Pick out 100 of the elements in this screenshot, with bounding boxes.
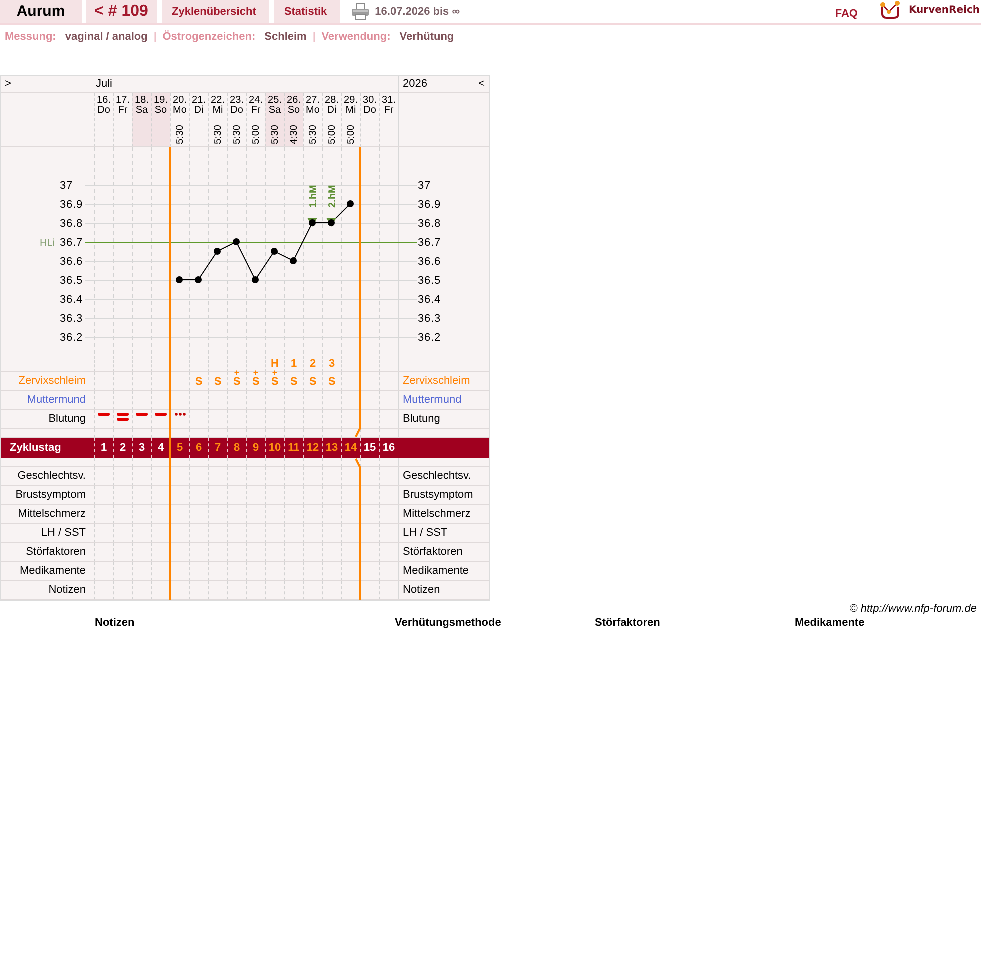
y-tick-label: 36.3	[60, 313, 84, 325]
plus-mark: +	[272, 370, 278, 377]
table-cell	[284, 410, 303, 429]
time-label: 5:00	[346, 124, 356, 144]
row-label: Medikamente	[398, 562, 489, 581]
table-cell	[227, 543, 246, 562]
y-tick-label: 36.6	[60, 256, 84, 268]
table-cell	[341, 524, 360, 543]
date-label: 27.	[306, 96, 320, 106]
table-cell	[322, 562, 341, 581]
table-cell	[265, 467, 284, 486]
table-cell	[284, 524, 303, 543]
table-cell	[341, 543, 360, 562]
temperature-point	[233, 238, 240, 246]
cycle-day-number: 6	[189, 438, 208, 458]
weekday-label: Mi	[212, 106, 224, 116]
row-label: Zervixschleim	[398, 372, 489, 391]
table-cell	[303, 505, 322, 524]
plus-mark: +	[234, 370, 240, 377]
table-cell	[379, 524, 398, 543]
table-cell	[113, 486, 132, 505]
row-label: Blutung	[1, 410, 94, 429]
table-cell	[94, 524, 113, 543]
column-heading: Verhütungsmethode	[395, 616, 502, 630]
cycle-day-number: 5	[170, 438, 189, 458]
separator: |	[154, 30, 157, 44]
y-tick-label: 36.9	[60, 199, 84, 211]
cycle-day-number: 9	[246, 438, 265, 458]
mucus-symbol: S	[252, 377, 260, 388]
printer-icon[interactable]	[352, 3, 370, 20]
y-tick-label: 36.2	[418, 332, 442, 344]
arrow-link[interactable]: >	[5, 78, 12, 90]
cycle-day-number: 13	[322, 438, 341, 458]
date-label: 26.	[287, 96, 301, 106]
table-cell	[379, 486, 398, 505]
table-cell	[227, 524, 246, 543]
temperature-point	[214, 248, 221, 255]
row-label: Muttermund	[398, 391, 489, 410]
nav-tab[interactable]: Zyklenübersicht	[162, 0, 270, 23]
y-tick-label: 36.9	[418, 199, 442, 211]
date-range: 16.07.2026 bis ∞	[375, 6, 460, 18]
faq-link[interactable]: FAQ	[835, 8, 858, 20]
time-label: 5:30	[308, 124, 318, 144]
date-label: 20.	[173, 96, 187, 106]
profile-tab[interactable]: Aurum	[0, 0, 82, 23]
table-cell	[189, 524, 208, 543]
table-cell	[265, 524, 284, 543]
table-cell	[341, 458, 360, 467]
cycle-day-number: 8	[227, 438, 246, 458]
setting-value: Verhütung	[400, 30, 454, 44]
table-cell	[132, 524, 151, 543]
y-tick-label: 36.8	[418, 218, 442, 230]
date-label: 19.	[154, 96, 168, 106]
table-cell	[132, 356, 151, 372]
weekday-label: Sa	[136, 106, 148, 116]
row-label: Störfaktoren	[398, 543, 489, 562]
nav-tab[interactable]: Statistik	[274, 0, 340, 23]
row-label: LH / SST	[1, 524, 94, 543]
weekday-label: Di	[194, 106, 204, 116]
table-cell	[151, 486, 170, 505]
temperature-point	[252, 276, 259, 284]
row-label: Blutung	[398, 410, 489, 429]
cycle-day-number: 15	[360, 438, 379, 458]
column-heading: Medikamente	[795, 616, 865, 630]
table-cell	[189, 458, 208, 467]
table-cell	[246, 410, 265, 429]
month-label: Juli	[96, 78, 113, 90]
table-cell	[189, 486, 208, 505]
table-cell	[227, 410, 246, 429]
table-cell	[132, 486, 151, 505]
logo-icon[interactable]	[880, 1, 901, 19]
table-cell	[284, 543, 303, 562]
cycle-tab[interactable]: < # 109	[86, 0, 157, 23]
row-label: LH / SST	[398, 524, 489, 543]
table-cell	[113, 356, 132, 372]
time-label: 5:30	[270, 124, 280, 144]
table-cell	[208, 467, 227, 486]
table-cell	[246, 562, 265, 581]
table-cell	[265, 458, 284, 467]
y-tick-label: 36.2	[60, 332, 84, 344]
table-cell	[113, 467, 132, 486]
table-cell	[379, 562, 398, 581]
table-cell	[113, 562, 132, 581]
table-cell	[379, 543, 398, 562]
table-cell	[322, 410, 341, 429]
brand-name[interactable]: KurvenReich	[908, 5, 980, 17]
table-cell	[265, 543, 284, 562]
setting-label: Verwendung:	[322, 30, 391, 44]
table-cell	[379, 372, 398, 391]
weekday-label: Do	[98, 106, 110, 116]
table-cell	[227, 467, 246, 486]
table-cell	[227, 458, 246, 467]
arrow-link[interactable]: <	[478, 78, 485, 90]
table-cell	[322, 467, 341, 486]
table-cell	[208, 524, 227, 543]
table-cell	[94, 562, 113, 581]
year-label: 2026	[403, 78, 428, 90]
y-tick-label: 36.7	[418, 237, 442, 249]
date-label: 16.	[97, 96, 111, 106]
mucus-symbol: S	[214, 377, 222, 388]
